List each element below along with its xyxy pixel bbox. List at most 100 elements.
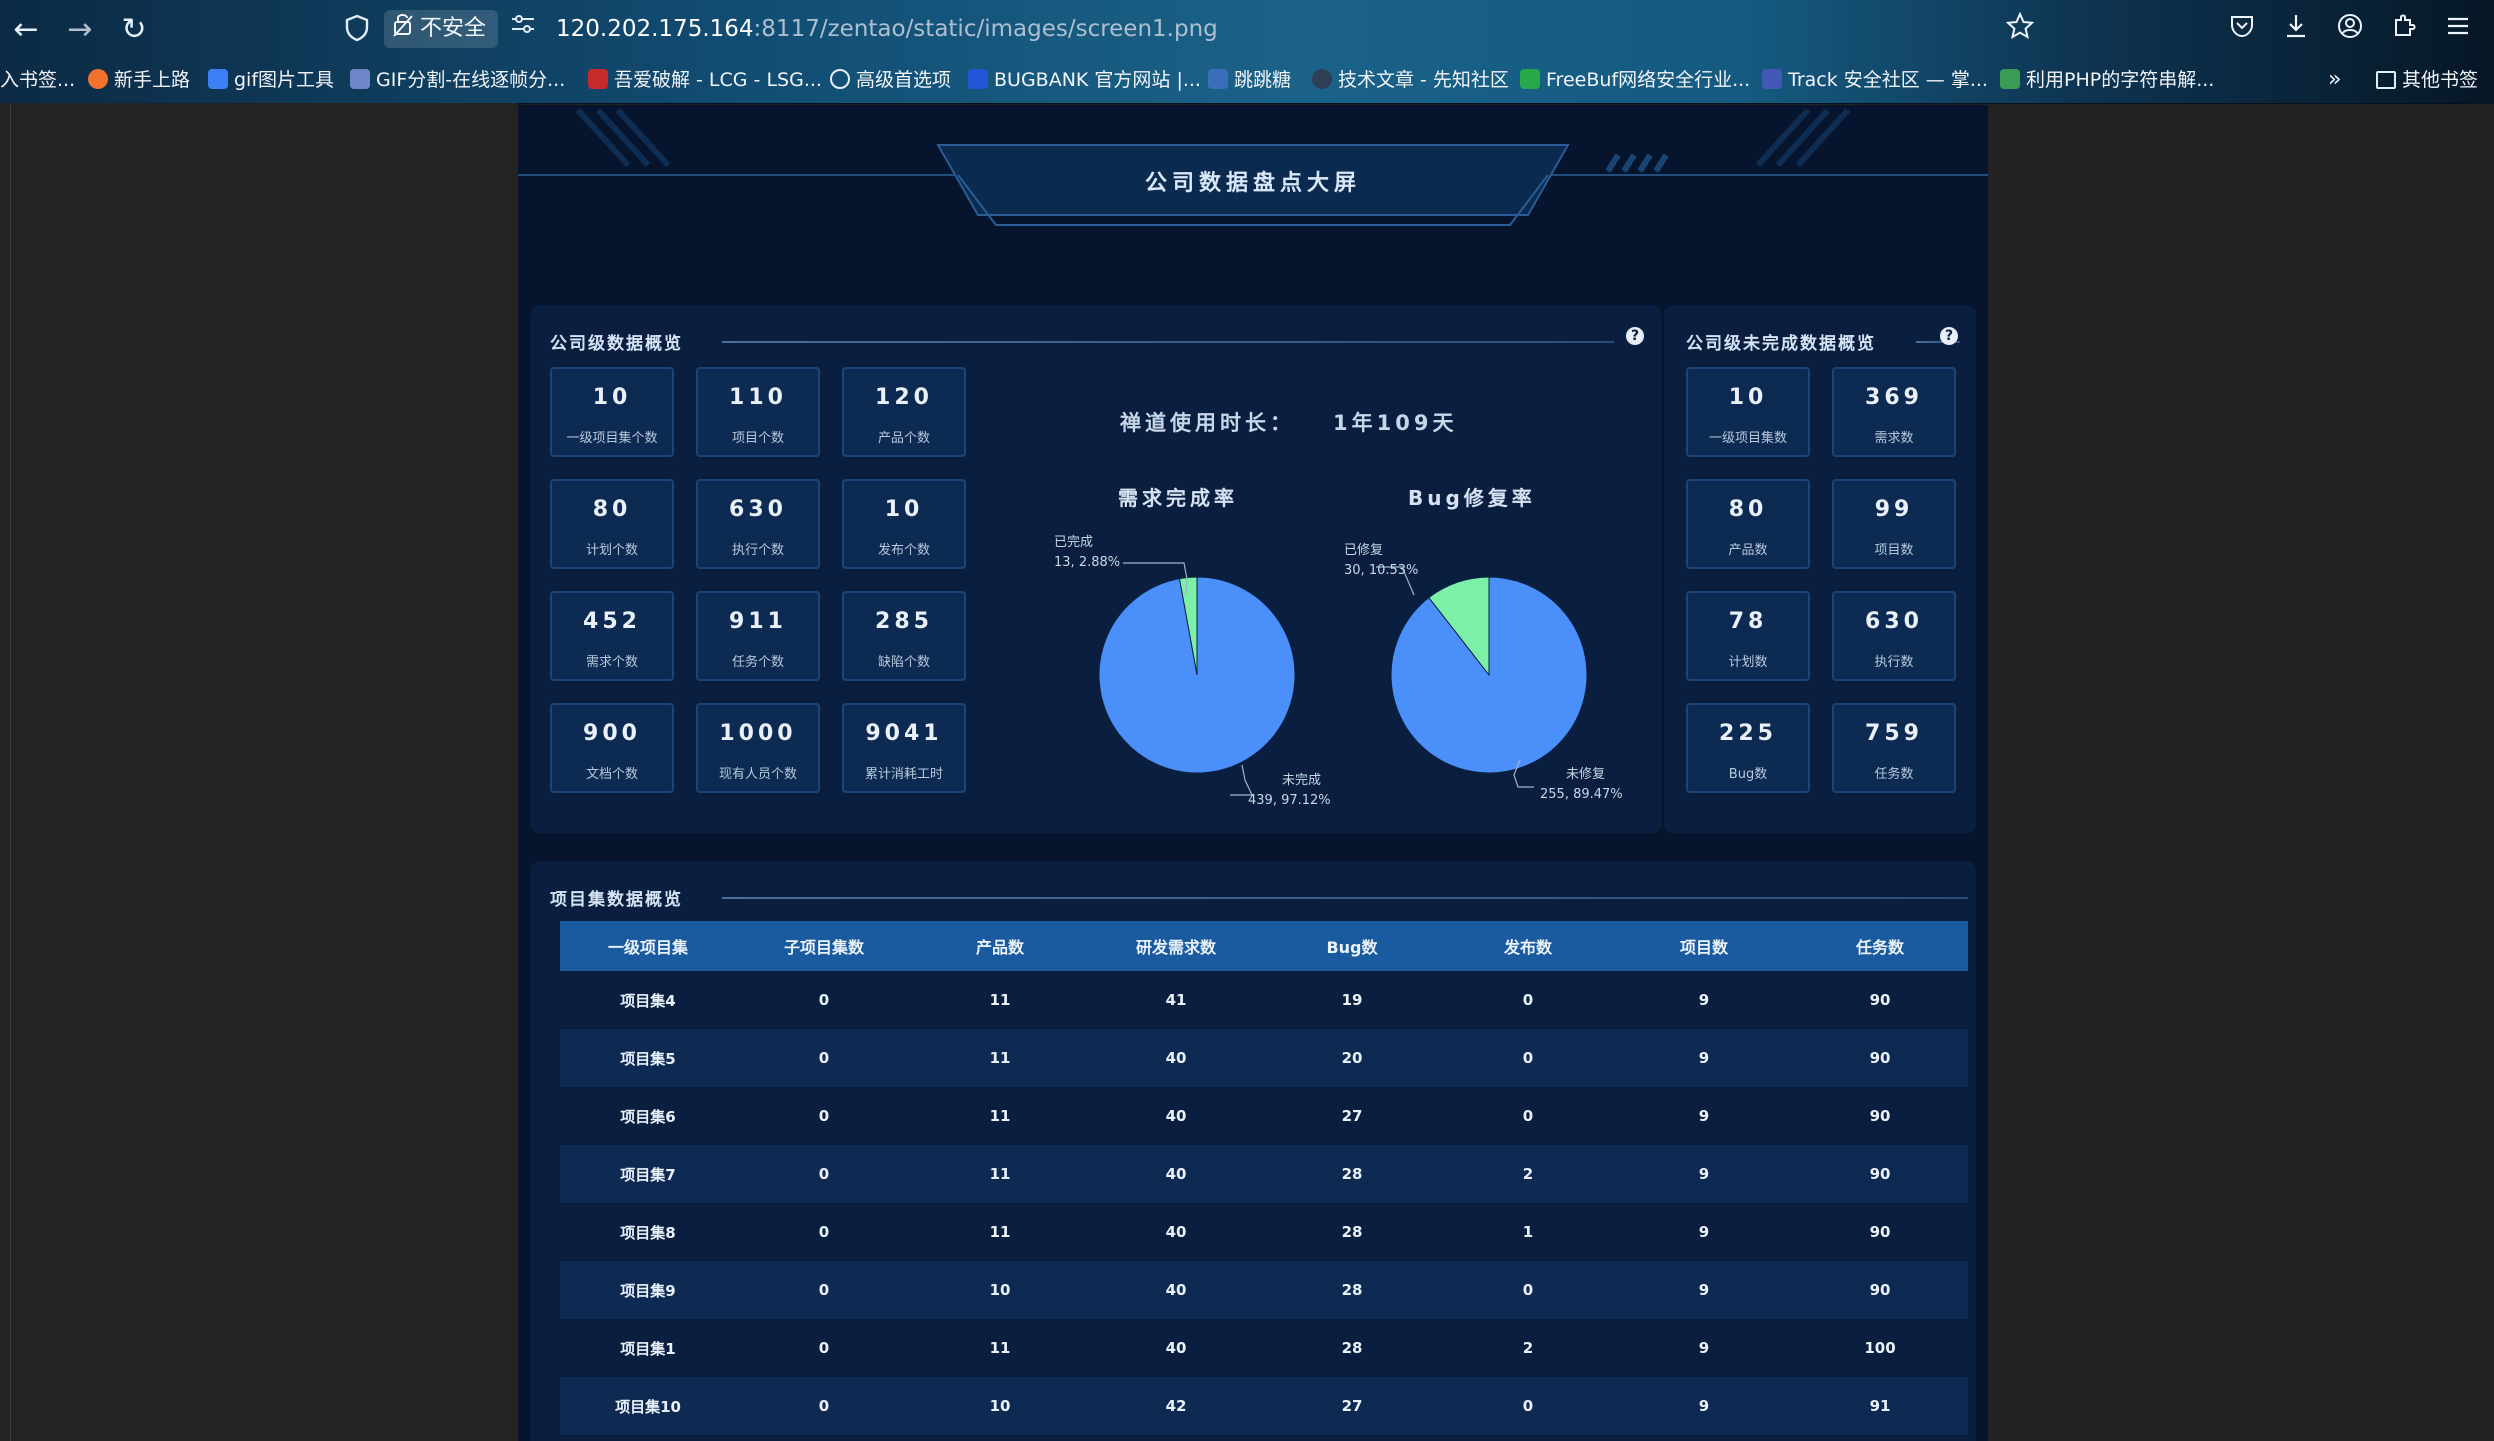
url-path: :8117/zentao/static/images/screen1.png [753,16,1218,42]
table-cell: 90 [1792,1029,1968,1087]
table-header-cell[interactable]: 发布数 [1440,921,1616,971]
table-cell: 27 [1264,1377,1440,1435]
bookmark-item[interactable]: GIF分割-在线逐帧分... [350,62,565,98]
account-icon[interactable] [2332,12,2368,48]
firefox-icon [88,69,108,89]
table-cell: 11 [912,1029,1088,1087]
bookmark-item[interactable]: Track 安全社区 — 掌... [1762,62,1988,98]
table-cell: 28 [1264,1203,1440,1261]
address-bar[interactable]: 120.202.175.164:8117/zentao/static/image… [556,12,1218,46]
bookmark-item[interactable]: 新手上路 [88,62,190,98]
table-header-cell[interactable]: 一级项目集 [560,921,736,971]
more-bookmarks-button[interactable]: » [2328,62,2341,98]
bookmark-item[interactable]: BUGBANK 官方网站 |... [968,62,1201,98]
stat-label: Bug数 [1728,767,1768,782]
bookmarks-bar: 入书签... 新手上路 gif图片工具 GIF分割-在线逐帧分... 吾爱破解 … [0,62,2494,98]
table-cell: 0 [1440,1261,1616,1319]
g-icon [208,69,228,89]
article-icon [2000,69,2020,89]
dashboard-header: 公司数据盘点大屏 [518,105,1988,285]
bookmark-item[interactable]: 利用PHP的字符串解... [2000,62,2214,98]
table-header-cell[interactable]: 任务数 [1792,921,1968,971]
pie-label-fixed-value: 30, 10.53% [1344,563,1419,578]
table-cell: 0 [736,1319,912,1377]
menu-icon[interactable] [2440,12,2476,48]
bookmark-item[interactable]: gif图片工具 [208,62,334,98]
stat-card: 759 任务数 [1832,703,1956,793]
help-icon[interactable]: ? [1940,327,1958,345]
chevron-double-right-icon: » [2328,67,2342,92]
table-cell: 项目集7 [560,1145,736,1203]
bookmark-item[interactable]: FreeBuf网络安全行业... [1520,62,1750,98]
table-header-cell[interactable]: 产品数 [912,921,1088,971]
table-cell: 20 [1264,1029,1440,1087]
stat-label: 执行数 [1874,655,1914,670]
browser-toolbar: ← → ↻ 不安全 120.202.175.164:8117/zentao/st… [0,0,2494,104]
scroll-edge [10,103,11,1441]
table-cell: 41 [1088,971,1264,1029]
permissions-icon[interactable] [506,12,540,46]
table-header-cell[interactable]: 研发需求数 [1088,921,1264,971]
program-table-panel: 项目集数据概览 一级项目集 子项目集数 产品数 研发需求数 Bug数 发布数 项目数 任务数 … [530,861,1976,1441]
pie-label-done-name: 已完成 [1054,535,1094,550]
stat-label: 项目数 [1874,543,1914,558]
bookmark-item[interactable]: 技术文章 - 先知社区 [1312,62,1509,98]
pie-slice[interactable] [1390,576,1588,774]
bookmark-item[interactable]: 入书签... [0,62,75,98]
program-table: 一级项目集 子项目集数 产品数 研发需求数 Bug数 发布数 项目数 任务数 项目集4 0 11 4… [560,921,1968,1435]
bookmark-item[interactable]: 吾爱破解 - LCG - LSG... [588,62,822,98]
table-cell: 9 [1616,1029,1792,1087]
pie-slice[interactable] [1098,576,1296,774]
star-icon[interactable] [2002,11,2038,48]
table-row: 项目集10 0 10 42 27 0 9 91 [560,1377,1968,1435]
table-cell: 0 [736,1029,912,1087]
table-header-row: 一级项目集 子项目集数 产品数 研发需求数 Bug数 发布数 项目数 任务数 [560,921,1968,971]
bookmark-item[interactable]: 跳跳糖 [1208,62,1291,98]
table-cell: 9 [1616,1203,1792,1261]
table-cell: 42 [1088,1377,1264,1435]
forward-button[interactable]: → [58,8,102,52]
bookmark-item[interactable]: 高级首选项 [830,62,951,98]
table-header-cell[interactable]: Bug数 [1264,921,1440,971]
stat-card: 10 一级项目集数 [1686,367,1810,457]
unfinished-overview-title: 公司级未完成数据概览 [1686,334,1876,354]
table-cell: 9 [1616,1377,1792,1435]
stat-value: 369 [1865,385,1923,410]
stat-label: 任务数 [1874,767,1914,782]
stat-card: 99 项目数 [1832,479,1956,569]
table-cell: 2 [1440,1319,1616,1377]
other-bookmarks[interactable]: 其他书签 [2376,62,2478,98]
table-cell: 项目集9 [560,1261,736,1319]
reload-button[interactable]: ↻ [112,8,156,52]
back-button[interactable]: ← [4,8,48,52]
download-icon[interactable] [2278,12,2314,48]
table-cell: 项目集4 [560,971,736,1029]
table-cell: 11 [912,1145,1088,1203]
stat-value: 78 [1728,609,1768,634]
tracking-protection-icon[interactable] [344,14,374,44]
table-cell: 0 [1440,1029,1616,1087]
table-cell: 100 [1792,1319,1968,1377]
table-cell: 10 [912,1377,1088,1435]
pie-label-done-value: 13, 2.88% [1054,555,1121,570]
table-header-cell[interactable]: 子项目集数 [736,921,912,971]
tiaotiaotang-icon [1208,69,1228,89]
table-cell: 2 [1440,1145,1616,1203]
security-label: 不安全 [420,16,487,41]
table-cell: 0 [736,1087,912,1145]
track-icon [1762,69,1782,89]
extensions-icon[interactable] [2386,12,2422,48]
table-cell: 0 [1440,1087,1616,1145]
connection-not-secure-button[interactable]: 不安全 [384,10,498,48]
company-overview-panel: 公司级数据概览 ? 10 一级项目集个数 110 项目个数 120 产品个数 80 计划个数 6… [530,305,1662,833]
table-cell: 0 [736,971,912,1029]
table-cell: 项目集5 [560,1029,736,1087]
table-cell: 40 [1088,1261,1264,1319]
table-cell: 项目集6 [560,1087,736,1145]
table-cell: 27 [1264,1087,1440,1145]
pocket-icon[interactable] [2224,12,2260,48]
gif-split-icon [350,69,370,89]
table-cell: 90 [1792,1087,1968,1145]
table-header-cell[interactable]: 项目数 [1616,921,1792,971]
stat-value: 630 [1865,609,1923,634]
